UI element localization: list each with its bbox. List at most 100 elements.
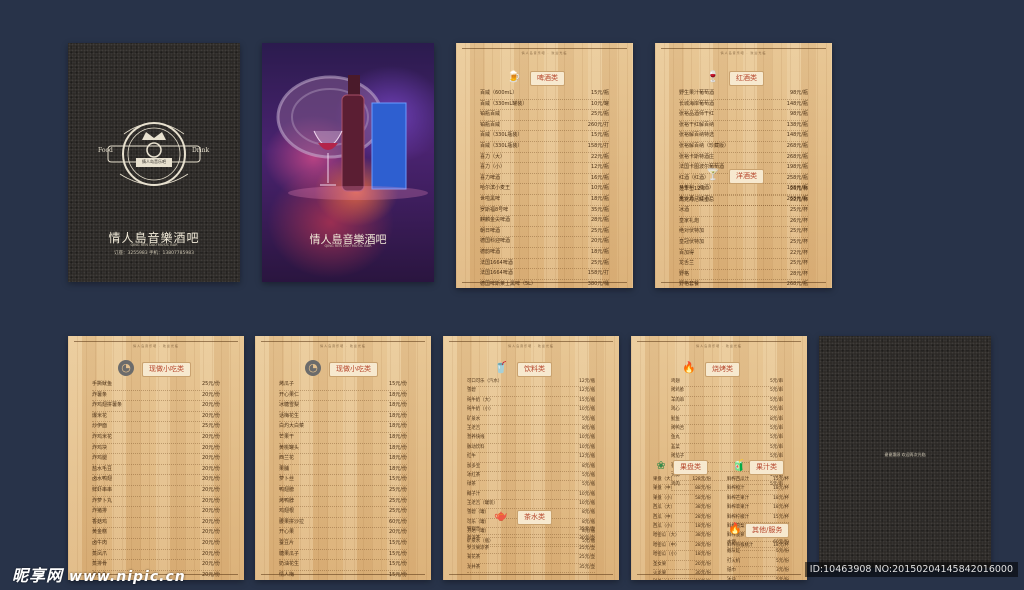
menu-item-price: 18元/杯 bbox=[773, 505, 789, 511]
badge-left-label: Food bbox=[98, 147, 113, 154]
menu-item-row: 百威（330mL罐装） 10元/罐 bbox=[480, 100, 609, 111]
menu-item-price: 10元/瓶 bbox=[590, 185, 609, 192]
menu-item-price: 20元/份 bbox=[201, 486, 220, 493]
section-snack2-header: ◔ 现做小吃类 bbox=[255, 360, 431, 378]
section-other-header: 🔥 其他/服务 bbox=[631, 521, 807, 539]
tea-item-list: 铁观音 35元/壶 普洱茶 30元/壶 罗汉果凉茶 25元/壶 菊花茶 25元/壶 龙井茶 35元… bbox=[467, 526, 595, 573]
menu-item-price: 12元/瓶 bbox=[579, 388, 595, 394]
menu-item-price: 5元/瓶 bbox=[581, 472, 595, 478]
menu-item-name: 龙井茶 bbox=[467, 564, 481, 570]
menu-item-price: 15元/份 bbox=[388, 571, 407, 578]
menu-item-name: 拼盘（大） bbox=[653, 579, 675, 580]
menu-item-price: 268元/瓶 bbox=[786, 142, 808, 149]
menu-item-price: 25元/杯 bbox=[789, 260, 808, 267]
menu-item-row: 烤鸡胗 5元/串 bbox=[671, 387, 783, 397]
menu-item-price: 60元/份 bbox=[388, 518, 407, 525]
menu-item-name: 炸鸡翅拼薯条 bbox=[92, 402, 123, 409]
section-beer-label: 啤酒类 bbox=[530, 71, 565, 86]
menu-item-row: 野格 28元/杯 bbox=[679, 270, 808, 281]
menu-item-price: 15元/杯 bbox=[773, 477, 789, 482]
menu-item-price: 12元/瓶 bbox=[579, 454, 595, 460]
menu-item-name: 雪碧 bbox=[467, 388, 476, 394]
menu-item-row: 炸薯条 20元/份 bbox=[92, 391, 220, 402]
menu-item-row: 炒伊面 25元/份 bbox=[92, 422, 220, 433]
menu-item-price: 20元/份 bbox=[201, 550, 220, 557]
menu-item-row: 卤水鸭翅 20元/份 bbox=[92, 475, 220, 486]
menu-item-name: 脉动饮料 bbox=[467, 444, 485, 450]
page-header-note: 情人岛音乐吧 · 欢迎光临 bbox=[696, 344, 742, 348]
menu-item-price: 12元/瓶 bbox=[579, 379, 595, 384]
menu-item-price: 15元/份 bbox=[388, 539, 407, 546]
menu-item-price: 3元/份 bbox=[775, 568, 789, 574]
menu-item-price: 22元/杯 bbox=[789, 249, 808, 256]
menu-item-name: 白灼大白菜 bbox=[279, 423, 305, 430]
menu-item-name: 野格套餐 bbox=[679, 281, 700, 288]
menu-item-price: 25元/份 bbox=[388, 508, 407, 515]
menu-item-row: 情人梅 15元/份 bbox=[279, 571, 407, 580]
menu-item-price: 20元/份 bbox=[201, 529, 220, 536]
menu-item-price: 98元/瓶 bbox=[789, 111, 808, 118]
menu-item-row: 鸡翅 5元/串 bbox=[671, 378, 783, 388]
menu-item-name: 果盘（小） bbox=[653, 495, 675, 501]
menu-item-price: 5元/份 bbox=[776, 577, 789, 580]
menu-item-name: 炸鸡米花 bbox=[92, 433, 113, 440]
menu-item-price: 35元/壶 bbox=[579, 527, 595, 532]
spirits-item-list: 芝华士12年 26元/杯 杰克丹尼威士忌 22元/杯 冰酒 25元/杯 皇家礼炮 26元/杯绝… bbox=[679, 185, 808, 288]
menu-item-row: 烤瓜子 15元/份 bbox=[279, 380, 407, 391]
menu-item-row: 王老吉 8元/瓶 bbox=[467, 425, 595, 435]
menu-item-row: 开心果仁 18元/份 bbox=[279, 391, 407, 402]
menu-item-name: 鸡心 bbox=[671, 407, 680, 413]
menu-item-name: 百威（330L瓶装） bbox=[480, 132, 523, 139]
menu-item-name: 芒果干 bbox=[279, 433, 295, 440]
menu-item-price: 10元/罐 bbox=[590, 100, 609, 107]
menu-item-name: 铂瓶百威 bbox=[480, 121, 501, 128]
menu-item-row: 张裕卡斯特酒庄 268元/瓶 bbox=[679, 153, 808, 164]
menu-item-name: 西兰花 bbox=[279, 455, 295, 462]
menu-item-price: 10元/瓶 bbox=[579, 435, 595, 441]
menu-item-price: 20元/份 bbox=[201, 412, 220, 419]
menu-item-price: 20元/份 bbox=[201, 561, 220, 568]
menu-item-name: 炸鸡块 bbox=[92, 444, 108, 451]
menu-item-price: 15元/瓶 bbox=[590, 90, 609, 96]
menu-item-name: 卤牛肉 bbox=[92, 539, 108, 546]
menu-item-name: 世啦黑啤 bbox=[480, 195, 501, 202]
beer-item-list: 百威（600mL） 15元/瓶 百威（330mL罐装） 10元/罐 铂瓶百威 25元/瓶铂… bbox=[480, 89, 609, 288]
menu-item-name: 炒伊面 bbox=[92, 423, 108, 430]
menu-item-name: 法国1664啤酒 bbox=[480, 259, 513, 266]
flame-icon: 🔥 bbox=[682, 361, 696, 374]
menu-item-row: 喜力（大） 22元/瓶 bbox=[480, 153, 609, 164]
menu-item-name: 纯牛奶（大） bbox=[467, 397, 494, 403]
menu-item-row: 糖果瓜子 15元/份 bbox=[279, 550, 407, 561]
menu-item-price: 25元/瓶 bbox=[590, 111, 609, 118]
menu-item-name: 普洱茶 bbox=[467, 536, 481, 542]
menu-item-price: 58元/份 bbox=[695, 495, 711, 501]
menu-item-row: 朝日啤酒 25元/瓶 bbox=[480, 227, 609, 238]
menu-item-row: 麒麟金尖啤酒 28元/瓶 bbox=[480, 216, 609, 227]
menu-item-name: 黄金糕 bbox=[92, 529, 108, 536]
menu-item-name: 德国科迎啤酒 bbox=[480, 238, 511, 245]
menu-item-name: 蚕豆片 bbox=[279, 539, 295, 546]
menu-item-row: 长城海岸葡萄酒 148元/瓶 bbox=[679, 100, 808, 111]
menu-item-price: 148元/瓶 bbox=[786, 100, 808, 107]
menu-item-name: 张裕品酒师干红 bbox=[679, 111, 715, 118]
menu-item-price: 20元/份 bbox=[695, 561, 711, 567]
menu-item-row: 鸭翅膀 25元/份 bbox=[279, 486, 407, 497]
menu-item-price: 25元/份 bbox=[201, 381, 220, 387]
watermark-brand: 昵享网 bbox=[12, 566, 64, 585]
menu-item-row: 奶油花生 15元/份 bbox=[279, 560, 407, 571]
menu-item-price: 380元/桶 bbox=[587, 280, 609, 287]
menu-item-name: 哈密瓜（小） bbox=[653, 552, 680, 558]
menu-item-name: 果盘（大） bbox=[653, 477, 675, 482]
menu-item-name: 蒸凤爪 bbox=[92, 550, 108, 557]
menu-item-row: 香菇鸡 20元/份 bbox=[92, 518, 220, 529]
menu-item-name: 烟灰缸 bbox=[727, 549, 741, 555]
page-header-note: 情人岛音乐吧 · 欢迎光临 bbox=[508, 344, 554, 348]
section-tea-header: 🫖 茶水类 bbox=[443, 508, 619, 526]
menu-item-row: 纸巾 3元/份 bbox=[727, 567, 789, 577]
menu-item-price: 20元/份 bbox=[201, 497, 220, 504]
menu-item-price: 15元/份 bbox=[388, 476, 407, 483]
menu-item-name: 糖果瓜子 bbox=[279, 550, 300, 557]
section-juice-header: 🧃 果汁类 bbox=[631, 458, 807, 476]
menu-item-row: 矿泉水 5元/瓶 bbox=[467, 416, 595, 425]
menu-item-name: 卤水鸭翅 bbox=[92, 476, 113, 483]
